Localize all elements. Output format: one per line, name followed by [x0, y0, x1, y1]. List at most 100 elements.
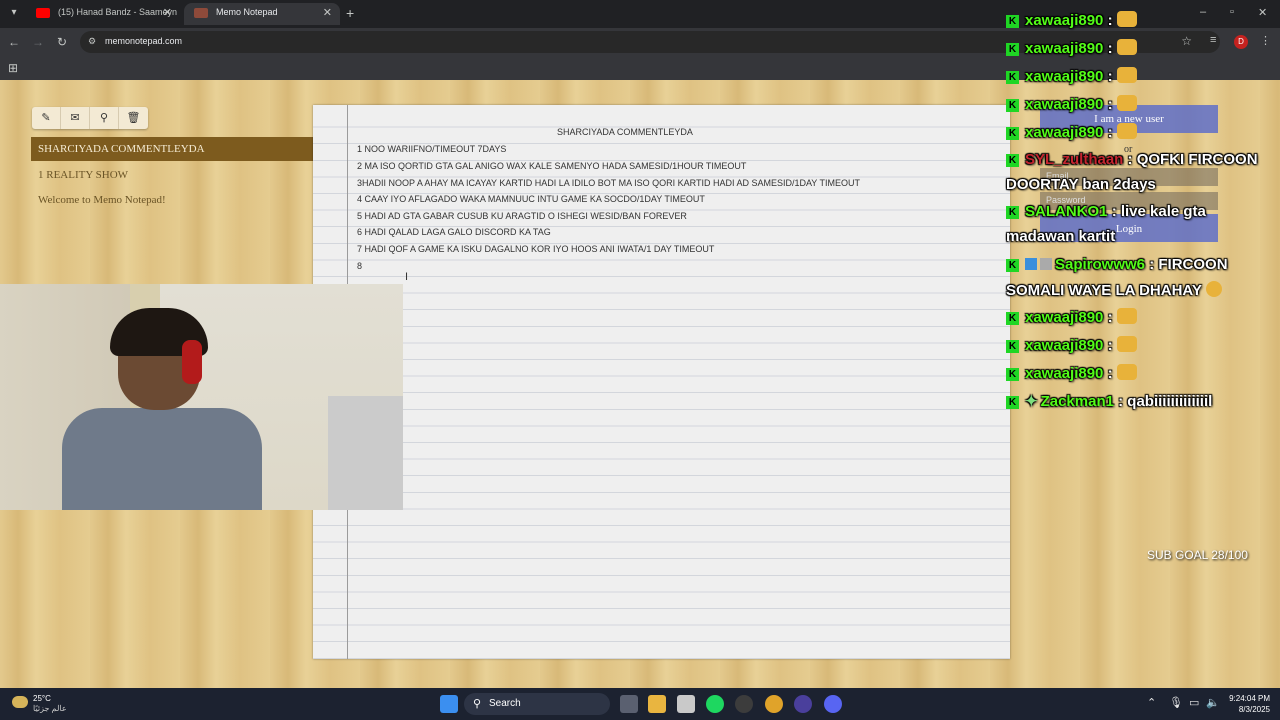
chat-message: K ✦ Zackman1 : qabiiiiiiiiiiiiil: [1006, 392, 1212, 410]
chrome-icon[interactable]: [765, 695, 783, 713]
task-view-icon[interactable]: [620, 695, 638, 713]
reload-icon[interactable]: ↻: [54, 34, 70, 50]
note-line: 2 MA ISO QORTID GTA GAL ANIGO WAX KALE S…: [357, 161, 747, 171]
sub-goal-counter: SUB GOAL 28/100: [1147, 548, 1248, 562]
file-explorer-icon[interactable]: [648, 695, 666, 713]
trash-icon[interactable]: 🗑: [119, 107, 148, 129]
back-icon[interactable]: ←: [6, 34, 22, 50]
system-clock[interactable]: 9:24:04 PM 8/3/2025: [1226, 693, 1270, 715]
chat-text: :: [1107, 124, 1113, 141]
chat-username: xawaaji890: [1025, 365, 1104, 382]
kick-icon: K: [1006, 99, 1019, 112]
network-icon[interactable]: ▭: [1189, 696, 1199, 709]
site-info-icon[interactable]: ⚙: [88, 36, 100, 48]
taskbar-search[interactable]: ⚲ Search: [464, 693, 610, 715]
forward-icon[interactable]: →: [30, 34, 46, 50]
spotify-icon[interactable]: [706, 695, 724, 713]
note-heading: SHARCIYADA COMMENTLEYDA: [557, 127, 693, 137]
obs-icon[interactable]: [735, 695, 753, 713]
kick-icon: K: [1006, 127, 1019, 140]
weather-widget[interactable]: 25°C عالم جزئيًا: [12, 693, 102, 715]
chat-text: : live kale gta: [1111, 203, 1206, 220]
memo-toolbar: ✎ ✉ ⚲ 🗑: [32, 107, 148, 129]
chat-username: xawaaji890: [1025, 124, 1104, 141]
streamer-body: [62, 408, 262, 510]
emote-icon: [1116, 95, 1137, 111]
chat-username: xawaaji890: [1025, 40, 1104, 57]
youtube-icon: [36, 8, 50, 18]
tab-label: Memo Notepad: [216, 7, 278, 17]
text-cursor-icon: I: [405, 271, 409, 283]
emote-icon: [1116, 11, 1137, 27]
kick-icon: K: [1006, 259, 1019, 272]
emote-icon: [1116, 308, 1137, 324]
weather-temperature: 25°C: [33, 694, 51, 703]
webcam-overlay: [0, 284, 403, 510]
note-line: 5 HADI AD GTA GABAR CUSUB KU ARAGTID O I…: [357, 211, 687, 221]
search-icon[interactable]: ⚲: [90, 107, 119, 129]
kick-icon: K: [1006, 368, 1019, 381]
apps-grid-icon[interactable]: ⊞: [8, 61, 18, 75]
emote-icon: [1116, 39, 1137, 55]
new-tab-icon[interactable]: +: [346, 5, 354, 21]
chat-message: Kxawaaji890 :: [1006, 11, 1137, 29]
volume-icon[interactable]: 🔈: [1206, 696, 1220, 709]
chat-username: xawaaji890: [1025, 68, 1104, 85]
note-line: 7 HADI QOF A GAME KA ISKU DAGALNO KOR IY…: [357, 244, 715, 254]
microphone-icon[interactable]: 🎙: [1169, 696, 1183, 709]
chat-text: :: [1107, 337, 1113, 354]
webcam-panel: [328, 396, 403, 510]
show-hidden-icons-icon[interactable]: ⌃: [1147, 696, 1156, 709]
laughing-emoji-icon: [1205, 281, 1222, 297]
chat-text: :: [1107, 96, 1113, 113]
close-icon[interactable]: ✕: [323, 6, 332, 19]
tab-label: (15) Hanad Bandz - Saameyn (l: [58, 7, 180, 17]
note-line: 1 NOO WARIIFNO/TIMEOUT 7DAYS: [357, 144, 507, 154]
chat-message: Kxawaaji890 :: [1006, 39, 1137, 57]
note-line: 4 CAAY IYO AFLAGADO WAKA MAMNUUC INTU GA…: [357, 194, 705, 204]
memo-list-item-active[interactable]: SHARCIYADA COMMENTLEYDA: [31, 137, 313, 161]
chat-message: Kxawaaji890 :: [1006, 95, 1137, 113]
note-editor[interactable]: SHARCIYADA COMMENTLEYDA 1 NOO WARIIFNO/T…: [313, 105, 1010, 659]
pencil-icon[interactable]: ✎: [32, 107, 61, 129]
weather-icon: [12, 696, 28, 708]
kick-icon: K: [1006, 206, 1019, 219]
chat-message: K SYL_zulthaan : QOFKI FIRCOON: [1006, 151, 1258, 168]
discord-icon[interactable]: [824, 695, 842, 713]
emote-icon: [1116, 336, 1137, 352]
close-icon[interactable]: ✕: [163, 6, 172, 19]
kick-icon: K: [1006, 340, 1019, 353]
kick-icon: K: [1006, 15, 1019, 28]
chat-message: Kxawaaji890 :: [1006, 67, 1137, 85]
kick-icon: K: [1006, 154, 1019, 167]
chat-text: : qabiiiiiiiiiiiiil: [1118, 393, 1213, 410]
chat-text: :: [1107, 40, 1113, 57]
envelope-icon[interactable]: ✉: [61, 107, 90, 129]
memo-list-item[interactable]: 1 REALITY SHOW: [38, 169, 128, 181]
chat-message: K SALANKO1 : live kale gta: [1006, 203, 1206, 220]
chat-text: SOMALI WAYE LA DHAHAY: [1006, 282, 1202, 299]
clock-date: 8/3/2025: [1238, 705, 1270, 714]
note-line: 6 HADI QALAD LAGA GALO DISCORD KA TAG: [357, 227, 551, 237]
chat-message-continued: SOMALI WAYE LA DHAHAY: [1006, 281, 1222, 299]
chat-message: Kxawaaji890 :: [1006, 123, 1137, 141]
emote-icon: [1116, 67, 1137, 83]
clock-time: 9:24:04 PM: [1229, 694, 1270, 703]
chat-text: :: [1107, 68, 1113, 85]
chat-username: xawaaji890: [1025, 96, 1104, 113]
chat-message: K Sapirowww6 : FIRCOON: [1006, 256, 1228, 273]
tab-search-icon[interactable]: ▾: [6, 5, 22, 21]
tab-youtube[interactable]: (15) Hanad Bandz - Saameyn (l ✕: [26, 3, 180, 25]
app-icon[interactable]: [794, 695, 812, 713]
chat-text: :: [1107, 12, 1113, 29]
start-icon[interactable]: [440, 695, 458, 713]
chat-username: xawaaji890: [1025, 337, 1104, 354]
badge-icon: [1040, 258, 1052, 270]
chat-username: Sapirowww6: [1055, 256, 1146, 273]
tab-memo-notepad[interactable]: Memo Notepad ✕: [184, 3, 340, 25]
store-icon[interactable]: [677, 695, 695, 713]
chat-username: SALANKO1: [1025, 203, 1108, 220]
search-icon: ⚲: [473, 698, 482, 710]
memo-list-item[interactable]: Welcome to Memo Notepad!: [38, 194, 166, 206]
chat-message: Kxawaaji890 :: [1006, 336, 1137, 354]
